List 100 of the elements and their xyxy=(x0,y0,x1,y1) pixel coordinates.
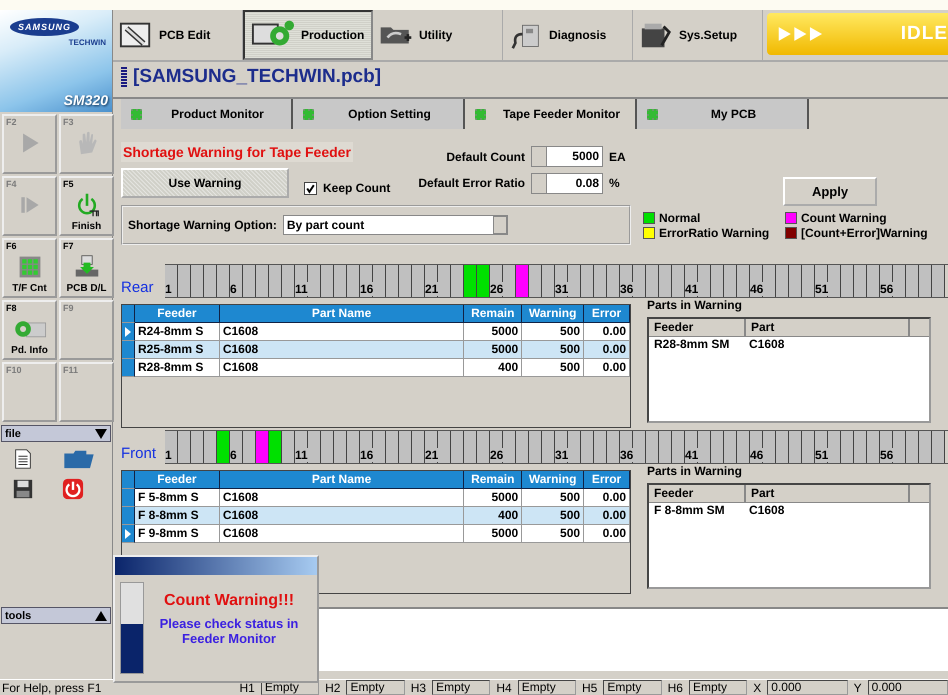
feeder-slot[interactable] xyxy=(516,265,529,297)
feeder-slot[interactable] xyxy=(412,431,425,463)
document-icon[interactable] xyxy=(12,448,34,470)
feeder-slot[interactable] xyxy=(282,431,295,463)
feeder-slot[interactable] xyxy=(932,431,945,463)
feeder-slot[interactable] xyxy=(906,431,919,463)
feeder-slot[interactable] xyxy=(204,265,217,297)
feeder-slot[interactable]: 46 xyxy=(750,431,763,463)
feeder-slot[interactable] xyxy=(763,431,776,463)
feeder-slot[interactable]: 1 xyxy=(165,431,178,463)
feeder-slot[interactable] xyxy=(581,431,594,463)
feeder-slot[interactable] xyxy=(529,265,542,297)
feeder-slot[interactable] xyxy=(802,431,815,463)
feeder-slot[interactable] xyxy=(568,265,581,297)
feeder-slot[interactable] xyxy=(256,431,269,463)
feeder-slot[interactable] xyxy=(542,431,555,463)
row-indicator[interactable] xyxy=(122,323,135,341)
feeder-slot[interactable] xyxy=(204,431,217,463)
feeder-slot[interactable]: 56 xyxy=(880,265,893,297)
feeder-slot[interactable]: 31 xyxy=(555,265,568,297)
feeder-slot[interactable] xyxy=(932,265,945,297)
feeder-slot[interactable]: 51 xyxy=(815,431,828,463)
feeder-slot[interactable] xyxy=(503,431,516,463)
feeder-slot[interactable] xyxy=(542,265,555,297)
feeder-slot[interactable] xyxy=(321,431,334,463)
row-indicator[interactable] xyxy=(122,525,135,543)
feeder-slot[interactable] xyxy=(269,265,282,297)
feeder-slot[interactable] xyxy=(477,265,490,297)
feeder-slot[interactable] xyxy=(737,265,750,297)
feeder-slot[interactable]: 6 xyxy=(230,431,243,463)
feeder-slot[interactable] xyxy=(308,431,321,463)
feeder-slot[interactable] xyxy=(906,265,919,297)
feeder-slot[interactable] xyxy=(659,265,672,297)
apply-button[interactable]: Apply xyxy=(783,177,877,206)
default-count-field[interactable]: 5000 xyxy=(531,146,603,167)
feeder-slot[interactable] xyxy=(373,265,386,297)
tab[interactable]: Product Monitor xyxy=(121,99,293,129)
feeder-slot[interactable]: 36 xyxy=(620,431,633,463)
tab[interactable]: Option Setting xyxy=(293,99,465,129)
feeder-slot[interactable] xyxy=(399,431,412,463)
feeder-slot[interactable]: 21 xyxy=(425,431,438,463)
feeder-slot[interactable] xyxy=(789,431,802,463)
feeder-slot[interactable] xyxy=(243,431,256,463)
feeder-slot[interactable]: 11 xyxy=(295,265,308,297)
feeder-slot[interactable] xyxy=(828,431,841,463)
feeder-slot[interactable]: 1 xyxy=(165,265,178,297)
feeder-slot[interactable] xyxy=(867,265,880,297)
feeder-slot[interactable]: 21 xyxy=(425,265,438,297)
feeder-slot[interactable] xyxy=(724,265,737,297)
save-icon[interactable] xyxy=(12,478,34,500)
feeder-slot[interactable] xyxy=(503,265,516,297)
feeder-slot[interactable] xyxy=(516,431,529,463)
feeder-slot[interactable] xyxy=(724,431,737,463)
feeder-slot[interactable] xyxy=(178,265,191,297)
feeder-slot[interactable] xyxy=(334,431,347,463)
feeder-slot[interactable] xyxy=(854,431,867,463)
feeder-slot[interactable] xyxy=(477,431,490,463)
feeder-slot[interactable] xyxy=(789,265,802,297)
feeder-slot[interactable] xyxy=(919,265,932,297)
feeder-slot[interactable]: 16 xyxy=(360,431,373,463)
feeder-slot[interactable] xyxy=(763,265,776,297)
feeder-slot[interactable] xyxy=(841,265,854,297)
feeder-slot[interactable] xyxy=(243,265,256,297)
feeder-slot[interactable] xyxy=(217,431,230,463)
feeder-slot[interactable] xyxy=(659,431,672,463)
feeder-slot[interactable] xyxy=(893,431,906,463)
feeder-slot[interactable] xyxy=(893,265,906,297)
feeder-slot[interactable] xyxy=(282,265,295,297)
feeder-slot[interactable] xyxy=(269,431,282,463)
keep-count-checkbox[interactable]: Keep Count xyxy=(304,181,390,195)
feeder-slot[interactable] xyxy=(347,265,360,297)
feeder-slot[interactable] xyxy=(438,431,451,463)
feeder-slot[interactable] xyxy=(802,265,815,297)
feeder-slot[interactable] xyxy=(321,265,334,297)
use-warning-button[interactable]: Use Warning xyxy=(121,168,289,198)
function-key-button[interactable]: F5 Finish xyxy=(59,176,114,236)
checkbox[interactable] xyxy=(304,182,317,194)
feeder-slot[interactable] xyxy=(386,265,399,297)
feeder-slot[interactable] xyxy=(828,265,841,297)
file-panel-header[interactable]: file xyxy=(1,425,111,442)
feeder-slot[interactable]: 41 xyxy=(685,431,698,463)
feeder-slot[interactable]: 51 xyxy=(815,265,828,297)
feeder-slot[interactable] xyxy=(646,431,659,463)
feeder-slot[interactable] xyxy=(854,265,867,297)
function-key-button[interactable]: F8 Pd. Info xyxy=(2,300,57,360)
feeder-slot[interactable]: 11 xyxy=(295,431,308,463)
feeder-slot[interactable] xyxy=(451,431,464,463)
feeder-slot[interactable] xyxy=(386,431,399,463)
feeder-slot[interactable] xyxy=(581,265,594,297)
tab[interactable]: My PCB xyxy=(637,99,809,129)
feeder-slot[interactable]: 26 xyxy=(490,431,503,463)
feeder-slot[interactable] xyxy=(711,431,724,463)
feeder-slot[interactable] xyxy=(841,431,854,463)
tools-panel-header[interactable]: tools xyxy=(1,607,111,624)
feeder-slot[interactable]: 46 xyxy=(750,265,763,297)
folder-icon[interactable] xyxy=(62,448,96,470)
feeder-slot[interactable] xyxy=(633,431,646,463)
feeder-slot[interactable]: 6 xyxy=(230,265,243,297)
feeder-slot[interactable] xyxy=(737,431,750,463)
function-key-button[interactable]: F7 PCB D/L xyxy=(59,238,114,298)
